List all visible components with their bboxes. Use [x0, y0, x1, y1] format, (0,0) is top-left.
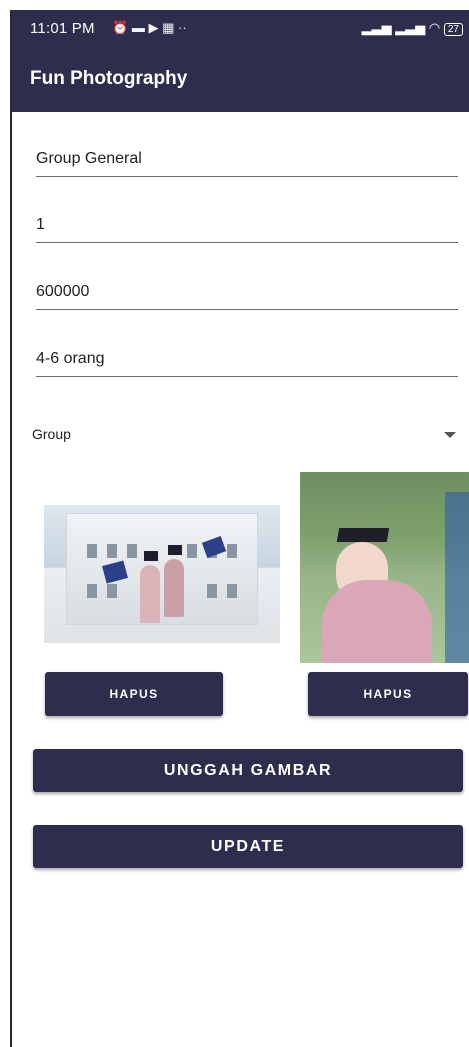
delete-image-2-button[interactable]: HAPUS — [308, 672, 468, 716]
price-field[interactable]: 600000 — [36, 283, 458, 310]
status-right-icons: ▂▃▅ ▂▃▅ ◠ 27 — [362, 20, 463, 36]
update-button[interactable]: UPDATE — [33, 825, 463, 868]
capacity-value: 4-6 orang — [36, 350, 105, 367]
update-label: UPDATE — [210, 837, 286, 855]
app-title: Fun Photography — [30, 68, 188, 89]
battery-icon: 27 — [443, 23, 463, 36]
alarm-icon: ⏰ — [112, 20, 129, 35]
uploaded-image-1 — [44, 505, 280, 643]
capacity-field[interactable]: 4-6 orang — [36, 350, 458, 377]
wifi-icon: ◠ — [428, 20, 441, 35]
quantity-field[interactable]: 1 — [36, 216, 458, 243]
signal-icon: ▂▃▅ — [361, 20, 392, 35]
chevron-down-icon — [444, 432, 456, 438]
screen: 11:01 PM ⏰ ▬ ▶ ▦ ·· ▂▃▅ ▂▃▅ ◠ 27 Fun Pho… — [10, 10, 469, 1047]
battery-level: 27 — [447, 24, 459, 35]
status-bar: 11:01 PM ⏰ ▬ ▶ ▦ ·· ▂▃▅ ▂▃▅ ◠ 27 — [12, 10, 469, 46]
upload-image-label: UNGGAH GAMBAR — [163, 761, 333, 779]
delete-image-1-label: HAPUS — [109, 687, 159, 701]
delete-image-2-label: HAPUS — [363, 687, 413, 701]
status-time: 11:01 PM — [30, 20, 95, 37]
name-value: Group General — [36, 150, 142, 167]
category-selected-value: Group — [32, 426, 71, 442]
app-bar: Fun Photography — [12, 46, 469, 112]
building-illustration — [66, 513, 258, 625]
4g-signal-icon: ▂▃▅ — [395, 20, 426, 35]
uploaded-image-2 — [300, 472, 469, 663]
category-dropdown[interactable]: Group — [32, 426, 456, 450]
price-value: 600000 — [36, 283, 90, 300]
grid-icon: ▦ — [162, 20, 175, 35]
upload-image-button[interactable]: UNGGAH GAMBAR — [33, 749, 463, 792]
name-field[interactable]: Group General — [36, 150, 458, 177]
status-left-icons: ⏰ ▬ ▶ ▦ ·· — [112, 20, 187, 36]
quantity-value: 1 — [36, 216, 45, 233]
message-icon: ▬ — [131, 20, 145, 35]
more-dots-icon: ·· — [177, 20, 187, 35]
delete-image-1-button[interactable]: HAPUS — [45, 672, 223, 716]
video-icon: ▶ — [148, 20, 159, 35]
